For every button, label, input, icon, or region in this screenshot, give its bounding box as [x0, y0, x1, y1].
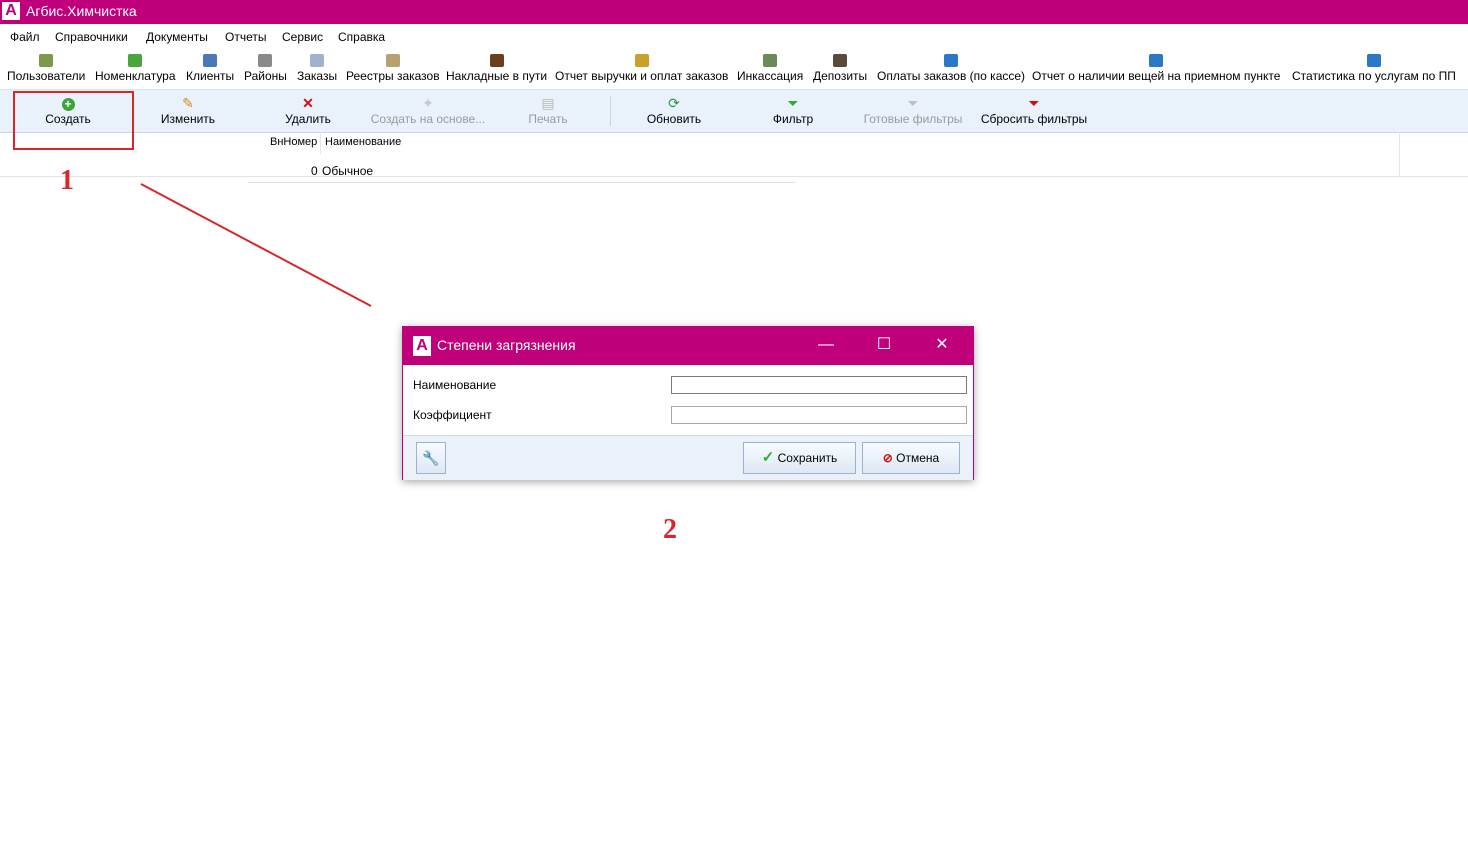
- dialog-title: Степени загрязнения: [437, 337, 576, 353]
- dialog-footer: 🔧 ✓ Сохранить ⊘ Отмена: [403, 435, 973, 480]
- minimize-button[interactable]: —: [803, 327, 849, 365]
- dialog-titlebar: A Степени загрязнения — ☐ ✕: [403, 327, 973, 365]
- cancel-icon: ⊘: [882, 451, 893, 465]
- dialog-body: Наименование Коэффициент: [403, 365, 973, 435]
- checkmark-icon: ✓: [761, 449, 775, 466]
- dialog-logo: A: [413, 336, 431, 356]
- dirt-level-dialog: A Степени загрязнения — ☐ ✕ Наименование…: [402, 326, 974, 480]
- cancel-button[interactable]: ⊘ Отмена: [862, 442, 960, 474]
- maximize-button[interactable]: ☐: [861, 327, 907, 365]
- settings-button[interactable]: 🔧: [416, 442, 446, 474]
- save-button[interactable]: ✓ Сохранить: [743, 442, 856, 474]
- annotation-number-2: 2: [663, 514, 677, 545]
- coefficient-input[interactable]: [671, 406, 967, 424]
- close-button[interactable]: ✕: [919, 327, 965, 365]
- name-input[interactable]: [671, 376, 967, 394]
- wrench-icon: 🔧: [422, 450, 440, 466]
- name-label: Наименование: [413, 378, 497, 392]
- coefficient-label: Коэффициент: [413, 408, 492, 422]
